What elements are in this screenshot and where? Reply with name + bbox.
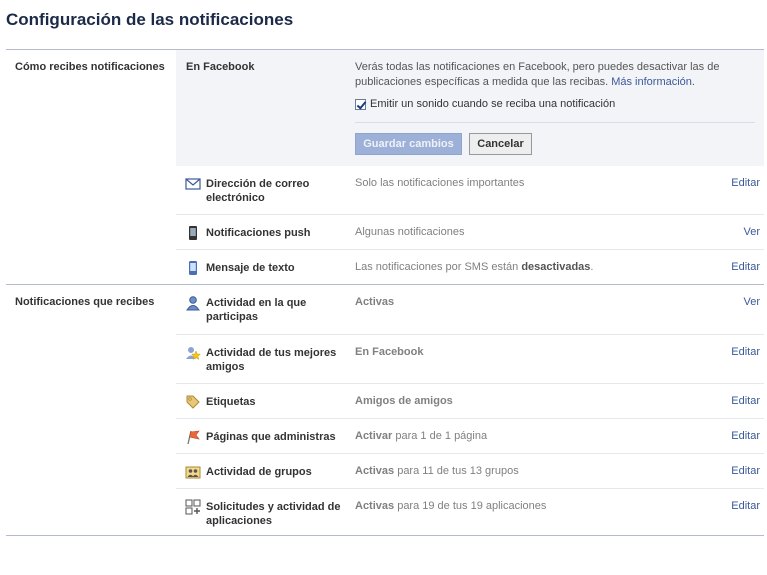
edit-link[interactable]: Editar xyxy=(731,346,760,358)
status-bold: desactivadas xyxy=(521,261,591,273)
status-bold: Activas xyxy=(355,500,395,512)
setting-row-pages: Páginas que administras Activar para 1 d… xyxy=(176,418,764,453)
view-link[interactable]: Ver xyxy=(743,296,760,308)
edit-link[interactable]: Editar xyxy=(731,430,760,442)
status-rest: para 11 de tus 13 grupos xyxy=(394,465,519,477)
setting-name: Mensaje de texto xyxy=(206,262,295,274)
edit-link[interactable]: Editar xyxy=(731,500,760,512)
setting-row-participation: Actividad en la que participas Activas V… xyxy=(176,285,764,334)
section-label-how: Cómo recibes notificaciones xyxy=(15,61,165,73)
status-bold: Amigos de amigos xyxy=(355,395,453,407)
save-changes-button[interactable]: Guardar cambios xyxy=(355,133,462,155)
group-icon xyxy=(185,464,201,480)
setting-row-email: Dirección de correo electrónico Solo las… xyxy=(176,166,764,214)
facebook-heading: En Facebook xyxy=(186,61,255,73)
status-rest: para 1 de 1 página xyxy=(392,430,488,442)
edit-link[interactable]: Editar xyxy=(731,261,760,273)
status-bold: Activas xyxy=(355,296,395,308)
setting-status: Solo las notificaciones importantes xyxy=(355,177,525,189)
setting-status: Algunas notificaciones xyxy=(355,226,465,238)
tag-icon xyxy=(185,394,201,410)
sms-phone-icon xyxy=(185,260,201,276)
setting-name: Dirección de correo electrónico xyxy=(206,178,310,204)
setting-status: Activar para 1 de 1 página xyxy=(355,430,487,442)
status-bold: En Facebook xyxy=(355,346,424,358)
setting-name: Notificaciones push xyxy=(206,227,311,239)
setting-status: Las notificaciones por SMS están desacti… xyxy=(355,261,593,273)
status-suffix: . xyxy=(590,261,594,273)
setting-status: Activas xyxy=(355,296,394,308)
facebook-settings-panel: En Facebook Verás todas las notificacion… xyxy=(176,50,764,166)
setting-name: Solicitudes y actividad de aplicaciones xyxy=(206,501,341,527)
setting-name: Actividad de grupos xyxy=(206,466,312,478)
setting-row-groups: Actividad de grupos Activas para 11 de t… xyxy=(176,453,764,488)
person-icon xyxy=(185,295,201,311)
more-info-link[interactable]: Más información xyxy=(611,76,692,88)
view-link[interactable]: Ver xyxy=(743,226,760,238)
description-period: . xyxy=(691,76,695,88)
setting-row-apps: Solicitudes y actividad de aplicaciones … xyxy=(176,488,764,537)
setting-name: Etiquetas xyxy=(206,396,256,408)
cancel-button[interactable]: Cancelar xyxy=(469,133,532,155)
status-bold: Activas xyxy=(355,465,395,477)
how-you-receive-section: Cómo recibes notificaciones En Facebook … xyxy=(6,49,764,284)
setting-row-sms: Mensaje de texto Las notificaciones por … xyxy=(176,249,764,285)
facebook-description: Verás todas las notificaciones en Facebo… xyxy=(355,60,730,90)
setting-row-best-friends: Actividad de tus mejores amigos En Faceb… xyxy=(176,334,764,383)
setting-status: Activas para 19 de tus 19 aplicaciones xyxy=(355,500,546,512)
sound-setting[interactable]: Emitir un sonido cuando se reciba una no… xyxy=(355,98,615,110)
mobile-phone-icon xyxy=(185,225,201,241)
star-friend-icon xyxy=(185,345,201,361)
status-rest: para 19 de tus 19 aplicaciones xyxy=(394,500,547,512)
setting-row-push: Notificaciones push Algunas notificacion… xyxy=(176,214,764,249)
status-prefix: Las notificaciones por SMS están xyxy=(355,261,522,273)
edit-link[interactable]: Editar xyxy=(731,465,760,477)
sound-checkbox-label[interactable]: Emitir un sonido cuando se reciba una no… xyxy=(370,98,615,110)
apps-icon xyxy=(185,499,201,515)
page-title: Configuración de las notificaciones xyxy=(6,10,294,29)
status-bold: Activar xyxy=(355,430,393,442)
setting-status: Amigos de amigos xyxy=(355,395,453,407)
setting-row-tags: Etiquetas Amigos de amigos Editar xyxy=(176,383,764,418)
setting-name: Actividad en la que participas xyxy=(206,297,307,323)
section-label-what: Notificaciones que recibes xyxy=(15,296,155,308)
setting-name: Actividad de tus mejores amigos xyxy=(206,347,337,373)
envelope-icon xyxy=(185,176,201,192)
divider xyxy=(355,122,755,123)
sound-checkbox[interactable] xyxy=(355,98,366,110)
flag-icon xyxy=(185,429,201,445)
setting-status: En Facebook xyxy=(355,346,423,358)
edit-link[interactable]: Editar xyxy=(731,177,760,189)
setting-name: Páginas que administras xyxy=(206,431,336,443)
setting-status: Activas para 11 de tus 13 grupos xyxy=(355,465,519,477)
edit-link[interactable]: Editar xyxy=(731,395,760,407)
what-you-receive-section: Notificaciones que recibes Actividad en … xyxy=(6,284,764,536)
